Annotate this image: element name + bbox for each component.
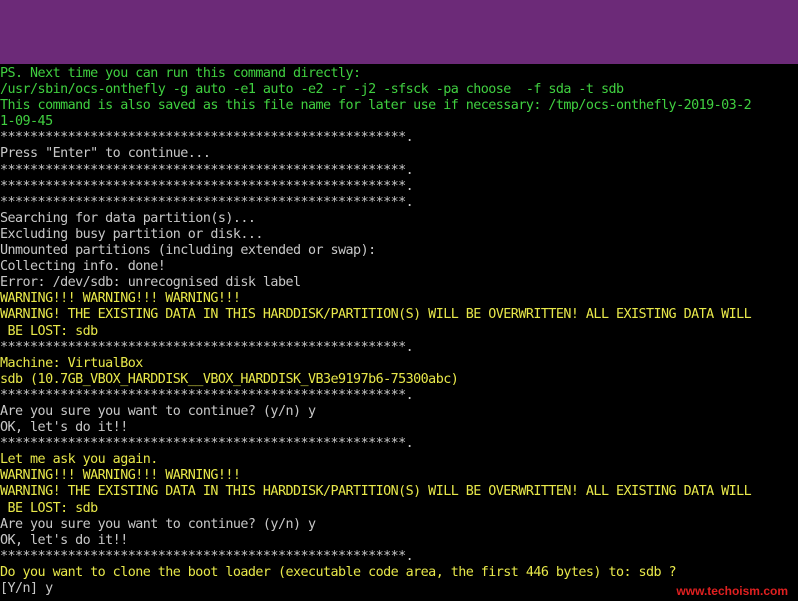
terminal-line: This command is also saved as this file … [0,98,752,114]
terminal-line: /usr/sbin/ocs-onthefly -g auto -e1 auto … [0,82,624,98]
terminal-line: WARNING! THE EXISTING DATA IN THIS HARDD… [0,307,752,323]
terminal-line: Are you sure you want to continue? (y/n)… [0,516,316,532]
terminal-line: ****************************************… [0,130,414,146]
terminal-line: ****************************************… [0,339,414,355]
terminal-line: Searching for data partition(s)... [0,210,256,226]
terminal-line: Machine: VirtualBox [0,355,143,371]
terminal-line: Unmounted partitions (including extended… [0,243,376,259]
terminal-line: Do you want to clone the boot loader (ex… [0,564,677,580]
terminal-line: ****************************************… [0,387,414,403]
terminal-line: Collecting info. done! [0,259,166,275]
terminal-line: ****************************************… [0,194,414,210]
terminal-line: WARNING!!! WARNING!!! WARNING!!! [0,291,241,307]
terminal-line: ****************************************… [0,162,414,178]
terminal-line: ****************************************… [0,548,414,564]
terminal-line: PS. Next time you can run this command d… [0,66,361,81]
terminal-line: BE LOST: sdb [0,323,99,339]
terminal-line: Are you sure you want to continue? (y/n)… [0,403,316,419]
terminal-line: ****************************************… [0,178,414,194]
terminal-output[interactable]: PS. Next time you can run this command d… [0,66,798,601]
terminal-line: Press "Enter" to continue... [0,146,211,162]
watermark: www.techoism.com [676,584,788,598]
terminal-line: Excluding busy partition or disk... [0,226,263,242]
terminal-line: BE LOST: sdb [0,500,99,516]
window-title-bar[interactable] [0,0,798,64]
terminal-line: OK, let's do it!! [0,532,128,548]
terminal-window: PS. Next time you can run this command d… [0,0,798,601]
terminal-line: OK, let's do it!! [0,420,128,436]
terminal-line: sdb (10.7GB_VBOX_HARDDISK__VBOX_HARDDISK… [0,371,459,387]
terminal-line: WARNING! THE EXISTING DATA IN THIS HARDD… [0,484,752,500]
terminal-line: Let me ask you again. [0,452,158,468]
terminal-line: WARNING!!! WARNING!!! WARNING!!! [0,468,241,484]
terminal-line: ****************************************… [0,436,414,452]
terminal-line: 1-09-45 [0,114,53,130]
terminal-line: Error: /dev/sdb: unrecognised disk label [0,275,301,291]
